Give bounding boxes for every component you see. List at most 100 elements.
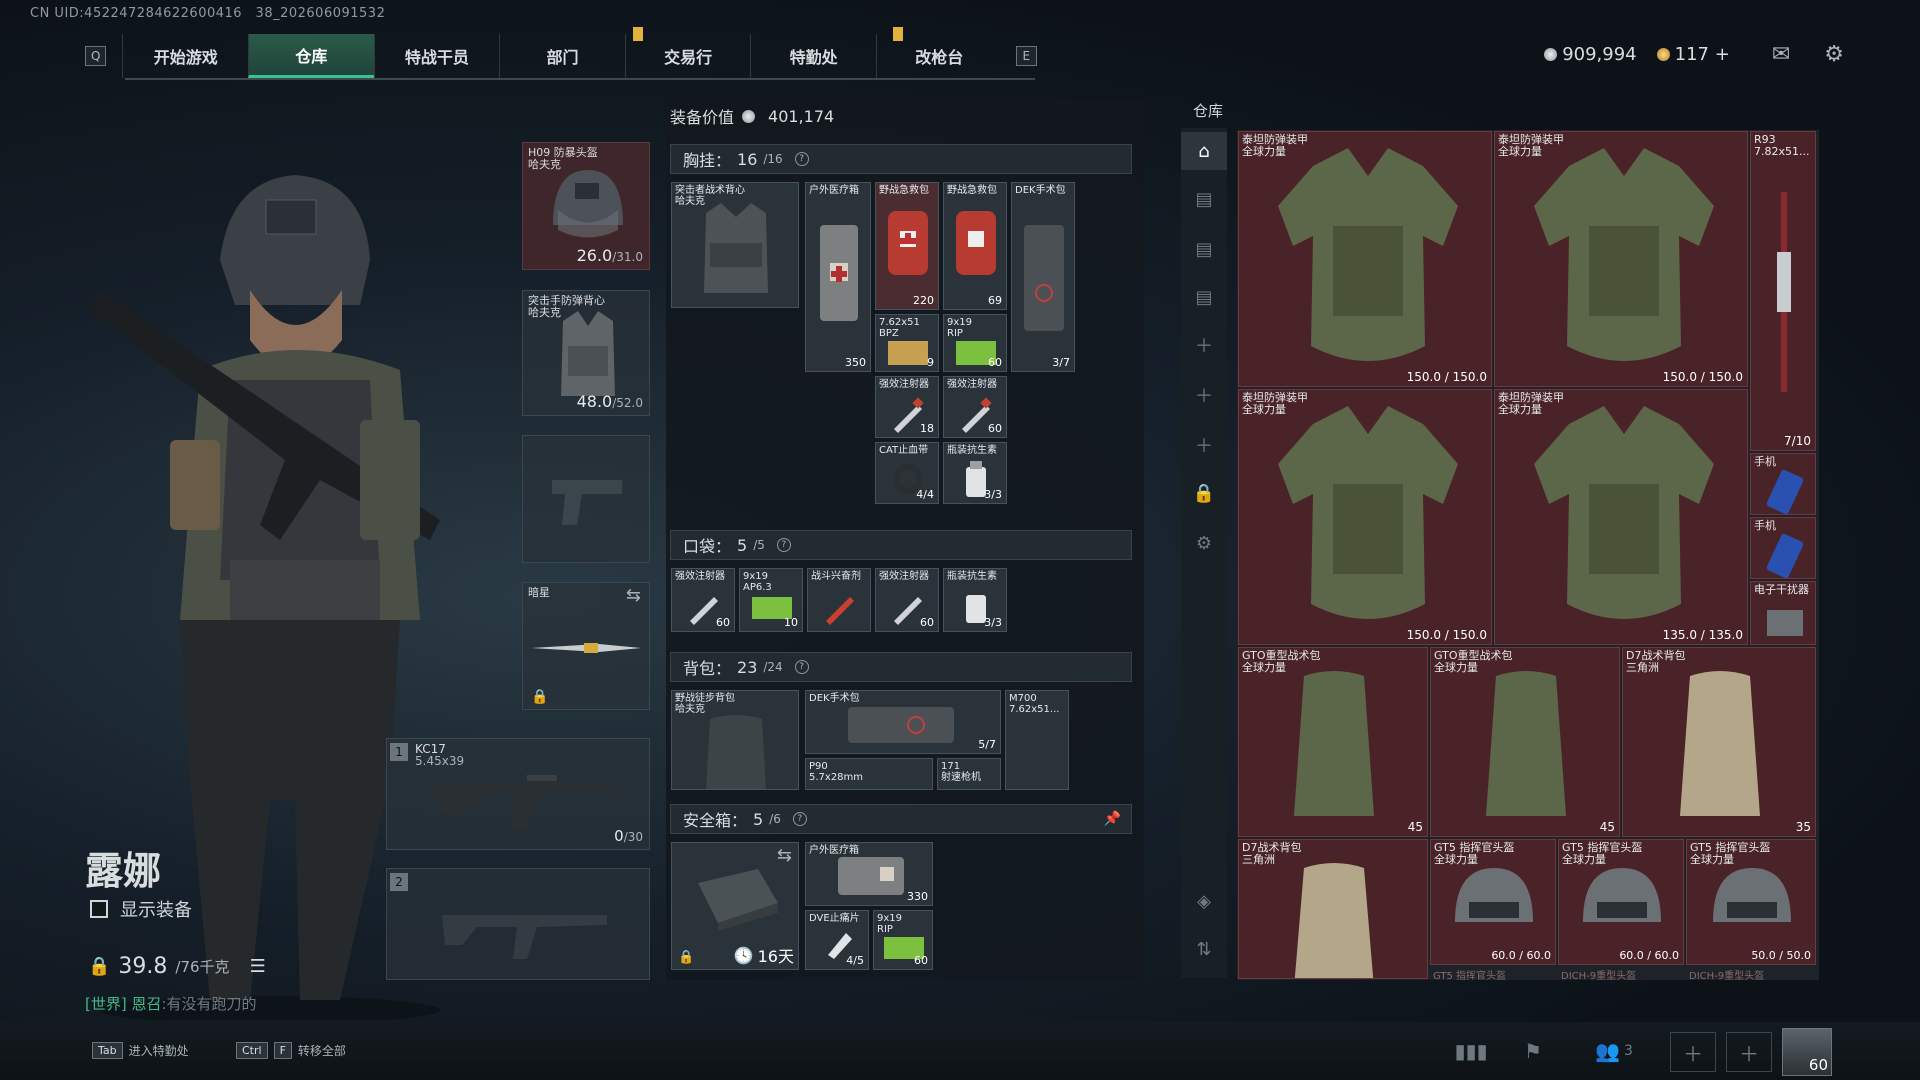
warehouse-home-icon[interactable]: ⌂ (1181, 132, 1227, 170)
ammo-item[interactable]: 7.62x51 BPZ 9 (875, 314, 939, 372)
armor-slot[interactable]: 突击手防弹背心 哈夫克 48.0/52.0 (522, 290, 650, 416)
backpack-item[interactable]: D7战术背包 三角洲 (1238, 839, 1428, 979)
pocket-item[interactable]: 瓶装抗生素 3/3 (943, 568, 1007, 632)
storage-page-icon[interactable]: ▤ (1181, 180, 1227, 218)
pocket-item[interactable]: 战斗兴奋剂 (807, 568, 871, 632)
add-page-icon[interactable]: ＋ (1181, 326, 1227, 364)
item-value: 60 (920, 616, 934, 629)
sort-icon[interactable]: ⇅ (1181, 930, 1227, 968)
chat-message[interactable]: [世界] 恩召:有没有跑刀的 (85, 993, 257, 1014)
secondary-weapon-slot[interactable]: 2 (386, 868, 650, 980)
mail-icon[interactable]: ✉ (1772, 42, 1790, 67)
gold-currency[interactable]: 117 + (1656, 44, 1730, 65)
sniper-rifle-item[interactable]: R93 7.82x51... 7/10 (1750, 131, 1816, 451)
tab-warehouse[interactable]: 仓库 (248, 34, 374, 78)
stats-chart-icon[interactable]: ▮▮▮ (1454, 1034, 1488, 1068)
painkiller-item[interactable]: DVE止痛片 4/5 (805, 910, 869, 970)
phone-item[interactable]: 手机 (1750, 517, 1816, 579)
ammo-item[interactable]: 9x19 RIP 60 (943, 314, 1007, 372)
ammo-item[interactable]: 9x19 RIP 60 (873, 910, 933, 970)
invite-slot-plus-icon[interactable]: ＋ (1670, 1032, 1716, 1072)
show-equipment-checkbox[interactable] (90, 900, 108, 918)
help-icon[interactable]: ? (794, 152, 809, 166)
storage-page-icon[interactable]: ▤ (1181, 278, 1227, 316)
item-name: CAT止血带 (879, 445, 929, 456)
helmet-item[interactable]: GT5 指挥官头盔 全球力量 60.0 / 60.0 (1430, 839, 1556, 965)
item-name: 手机 (1754, 519, 1776, 532)
swap-icon[interactable]: ⇆ (626, 585, 641, 606)
tourniquet-item[interactable]: CAT止血带 4/4 (875, 442, 939, 504)
stim-injector-item[interactable]: 强效注射器 18 (875, 376, 939, 438)
lock-icon[interactable]: 🔒 (1181, 474, 1227, 512)
add-page-icon[interactable]: ＋ (1181, 426, 1227, 464)
medical-box-item[interactable]: 户外医疗箱 330 (805, 842, 933, 906)
smg-item[interactable]: P90 5.7x28mm (805, 758, 933, 790)
antibiotics-item[interactable]: 瓶装抗生素 3/3 (943, 442, 1007, 504)
help-icon[interactable]: ? (776, 538, 791, 552)
armor-item[interactable]: 泰坦防弹装甲 全球力量 150.0 / 150.0 (1494, 131, 1748, 387)
pocket-label: 口袋： (683, 537, 732, 556)
safebox-container[interactable]: ⇆ 🔒 🕓 16天 (671, 842, 799, 970)
pocket-item[interactable]: 9x19 AP6.3 10 (739, 568, 803, 632)
tab-operators[interactable]: 特战干员 (373, 34, 500, 78)
backpack-item[interactable]: D7战术背包 三角洲 35 (1622, 647, 1816, 837)
squad-button[interactable]: 👥 3 (1584, 1034, 1644, 1068)
list-icon[interactable]: ☰ (250, 956, 266, 977)
help-icon[interactable]: ? (792, 812, 807, 826)
medical-case-icon (838, 857, 904, 895)
backpack-item[interactable]: 野战徒步背包 哈夫克 (671, 690, 799, 790)
helmet-item[interactable]: GT5 指挥官头盔 全球力量 50.0 / 50.0 (1686, 839, 1816, 965)
pin-icon[interactable]: 📌 (1104, 811, 1121, 827)
helmet-slot[interactable]: H09 防暴头盔 哈夫克 26.0/31.0 (522, 142, 650, 270)
chest-rig-item[interactable]: 突击者战术背心 哈夫克 (671, 182, 799, 308)
jammer-item[interactable]: 电子干扰器 (1750, 581, 1816, 645)
add-page-icon[interactable]: ＋ (1181, 376, 1227, 414)
pocket-item[interactable]: 强效注射器 60 (671, 568, 735, 632)
tab-department[interactable]: 部门 (499, 34, 625, 78)
first-aid-kit-item[interactable]: 野战急救包 220 (875, 182, 939, 310)
sniper-rifle-item[interactable]: M700 7.62x51... (1005, 690, 1069, 790)
stim-injector-item[interactable]: 强效注射器 60 (943, 376, 1007, 438)
settings-gear-icon[interactable]: ⚙ (1824, 42, 1844, 67)
armor-item[interactable]: 泰坦防弹装甲 全球力量 150.0 / 150.0 (1238, 389, 1492, 645)
backpack-item[interactable]: GTO重型战术包 全球力量 45 (1238, 647, 1428, 837)
item-name: 强效注射器 (879, 571, 929, 582)
help-icon[interactable]: ? (794, 660, 809, 674)
pistol-slot[interactable] (522, 435, 650, 563)
bolt-item[interactable]: 171 射速枪机 (937, 758, 1001, 790)
weight-value: 39.8 (118, 954, 168, 979)
first-aid-kit-item[interactable]: 野战急救包 69 (943, 182, 1007, 310)
tab-gunsmith[interactable]: 改枪台 (875, 34, 1002, 78)
nav-prev-key[interactable]: Q (85, 46, 107, 66)
phone-item[interactable]: 手机 (1750, 453, 1816, 515)
add-currency-button[interactable]: + (1715, 44, 1730, 65)
tab-special-ops[interactable]: 特勤处 (750, 34, 876, 78)
settings-gear-icon[interactable]: ⚙ (1181, 524, 1227, 562)
surgery-kit-item[interactable]: DEK手术包 5/7 (805, 690, 1001, 754)
transfer-all-hint[interactable]: Ctrl F 转移全部 (236, 1042, 346, 1059)
enter-special-ops-label: 进入特勤处 (128, 1044, 189, 1058)
pocket-item[interactable]: 强效注射器 60 (875, 568, 939, 632)
tab-trading[interactable]: 交易行 (624, 34, 751, 78)
primary-weapon-slot[interactable]: 1 KC17 5.45x39 0/30 (386, 738, 650, 850)
chat-channel: [世界] 恩召 (85, 995, 162, 1013)
surgery-kit-item[interactable]: DEK手术包 3/7 (1011, 182, 1075, 372)
invite-slot-plus-icon[interactable]: ＋ (1726, 1032, 1772, 1072)
helmet-item[interactable]: GT5 指挥官头盔 全球力量 60.0 / 60.0 (1558, 839, 1684, 965)
player-uid: CN UID:452247284622600416 38_20260609153… (30, 6, 386, 21)
show-equipment-toggle[interactable]: 显示装备 (90, 896, 192, 922)
enter-special-ops-hint[interactable]: Tab 进入特勤处 (92, 1042, 189, 1059)
item-brand: 三角洲 (1626, 661, 1659, 674)
nav-next-key[interactable]: E (1015, 46, 1037, 66)
armor-item[interactable]: 泰坦防弹装甲 全球力量 150.0 / 150.0 (1238, 131, 1492, 387)
player-avatar[interactable]: 60 (1782, 1028, 1832, 1076)
item-name: 强效注射器 (947, 379, 997, 390)
medical-box-item[interactable]: 户外医疗箱 350 (805, 182, 871, 372)
tab-start-game[interactable]: 开始游戏 (122, 34, 248, 78)
armor-item[interactable]: 泰坦防弹装甲 全球力量 135.0 / 135.0 (1494, 389, 1748, 645)
flag-icon[interactable]: ⚑ (1516, 1034, 1550, 1068)
storage-page-icon[interactable]: ▤ (1181, 230, 1227, 268)
melee-slot[interactable]: 暗星 ⇆ 🔒 (522, 582, 650, 710)
backpack-item[interactable]: GTO重型战术包 全球力量 45 (1430, 647, 1620, 837)
layers-icon[interactable]: ◈ (1181, 882, 1227, 920)
